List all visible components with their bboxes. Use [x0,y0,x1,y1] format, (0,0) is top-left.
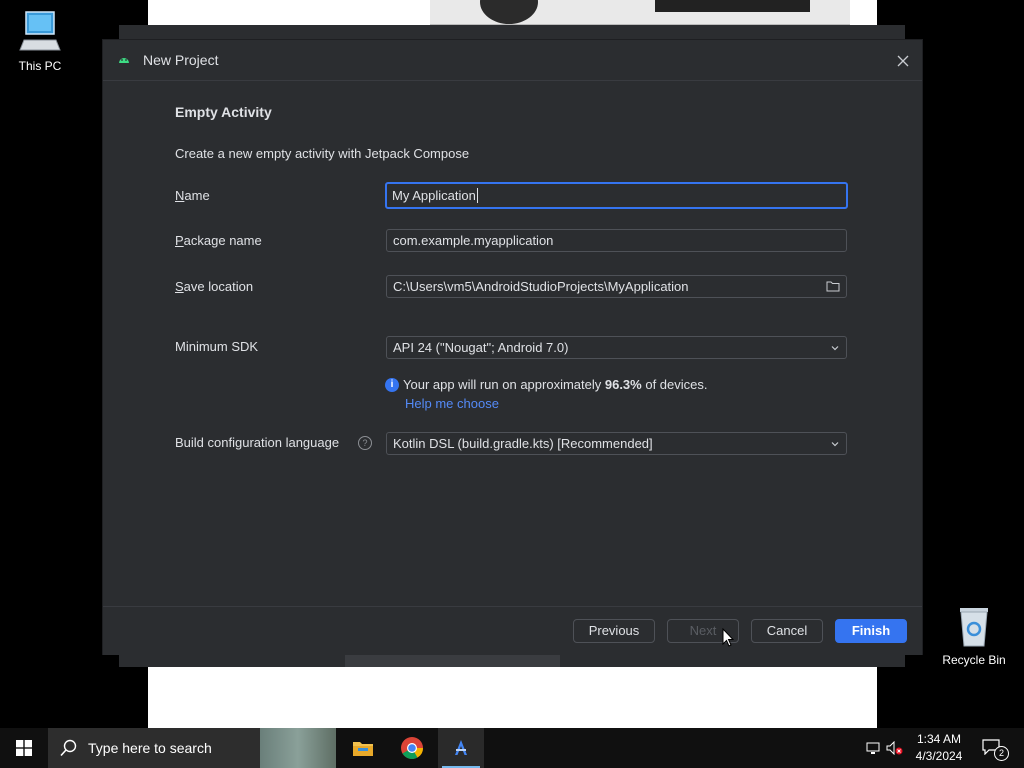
dialog-content: Empty Activity Create a new empty activi… [103,81,922,606]
name-label-accelerator: N [175,188,185,203]
android-studio-icon [455,740,467,755]
coverage-suffix: of devices. [641,377,708,392]
desktop-icon-label: Recycle Bin [942,653,1006,667]
computer-icon [19,11,61,51]
template-heading: Empty Activity [175,104,272,120]
package-name-label: Package name [175,233,262,248]
start-button[interactable] [0,728,48,768]
save-location-label-text: ave location [183,279,254,294]
text-caret: ​ [476,188,478,203]
android-studio-scrollbar [345,655,560,667]
save-location-label: Save location [175,279,253,294]
notification-count-badge: 2 [994,746,1009,761]
dialog-titlebar[interactable]: New Project [103,40,922,81]
taskbar-android-studio[interactable] [438,728,484,768]
search-highlight-image [260,728,336,768]
folder-icon[interactable] [826,280,840,292]
chrome-icon [401,737,423,759]
notification-center-button[interactable]: 2 [978,736,1009,761]
desktop-icon-label: This PC [18,59,62,73]
save-location-value: C:\Users\vm5\AndroidStudioProjects\MyApp… [393,279,689,294]
clock-time: 1:34 AM [916,732,962,746]
close-icon[interactable] [892,50,914,72]
taskbar-search-box[interactable]: Type here to search [48,728,336,768]
coverage-percent: 96.3% [604,377,642,392]
finish-button[interactable]: Finish [835,619,907,643]
minimum-sdk-dropdown[interactable]: API 24 ("Nougat"; Android 7.0) [386,336,847,359]
build-config-label: Build configuration language [175,435,340,450]
dialog-title: New Project [143,52,219,68]
volume-muted-icon[interactable] [886,741,904,755]
chevron-down-icon [831,346,839,351]
build-config-dropdown[interactable]: Kotlin DSL (build.gradle.kts) [Recommend… [386,432,847,455]
template-description: Create a new empty activity with Jetpack… [175,146,470,161]
build-config-value: Kotlin DSL (build.gradle.kts) [Recommend… [393,436,653,451]
mouse-cursor-icon [722,628,734,647]
help-question-icon[interactable]: ? [358,436,372,450]
new-project-dialog: New Project Empty Activity Create a new … [103,40,922,655]
save-location-accelerator: S [175,279,184,294]
desktop-icon-this-pc[interactable]: This PC [5,10,75,73]
clock-date: 4/3/2024 [915,749,963,763]
save-location-field[interactable]: C:\Users\vm5\AndroidStudioProjects\MyApp… [386,275,847,298]
previous-button[interactable]: Previous [573,619,655,643]
taskbar: Type here to search 1:34 AM 4/3/2024 2 [0,728,1024,768]
help-me-choose-link[interactable]: Help me choose [405,396,499,411]
taskbar-chrome[interactable] [389,728,435,768]
search-icon [60,739,77,757]
name-label-text: ame [184,188,210,203]
package-name-field[interactable]: com.example.myapplication [386,229,847,252]
chevron-down-icon [831,442,839,447]
windows-logo-icon [16,740,32,756]
minimum-sdk-value: API 24 ("Nougat"; Android 7.0) [393,340,569,355]
name-label: Name [175,188,210,203]
package-name-value: com.example.myapplication [393,233,554,248]
desktop-icon-recycle-bin[interactable]: Recycle Bin [939,602,1009,667]
device-coverage-text: Your app will run on approximately 96.3%… [403,377,708,392]
cancel-button[interactable]: Cancel [751,619,823,643]
recycle-bin-icon [960,608,988,647]
android-studio-icon [119,58,129,63]
coverage-prefix: Your app will run on approximately [403,377,605,392]
folder-icon [353,742,373,756]
taskbar-clock[interactable]: 1:34 AM 4/3/2024 [908,732,970,763]
network-icon[interactable] [866,741,880,755]
minimum-sdk-label: Minimum SDK [175,339,259,354]
name-field[interactable]: My Application​ [385,182,848,209]
name-field-value: My Application [392,188,476,203]
dialog-footer: Previous Next Cancel Finish [103,606,922,655]
taskbar-file-explorer[interactable] [340,728,386,768]
package-label-text: ackage name [183,233,262,248]
package-label-accelerator: P [175,233,184,248]
background-display-graphic [655,0,810,12]
info-icon: i [385,378,399,392]
search-placeholder: Type here to search [88,740,212,756]
